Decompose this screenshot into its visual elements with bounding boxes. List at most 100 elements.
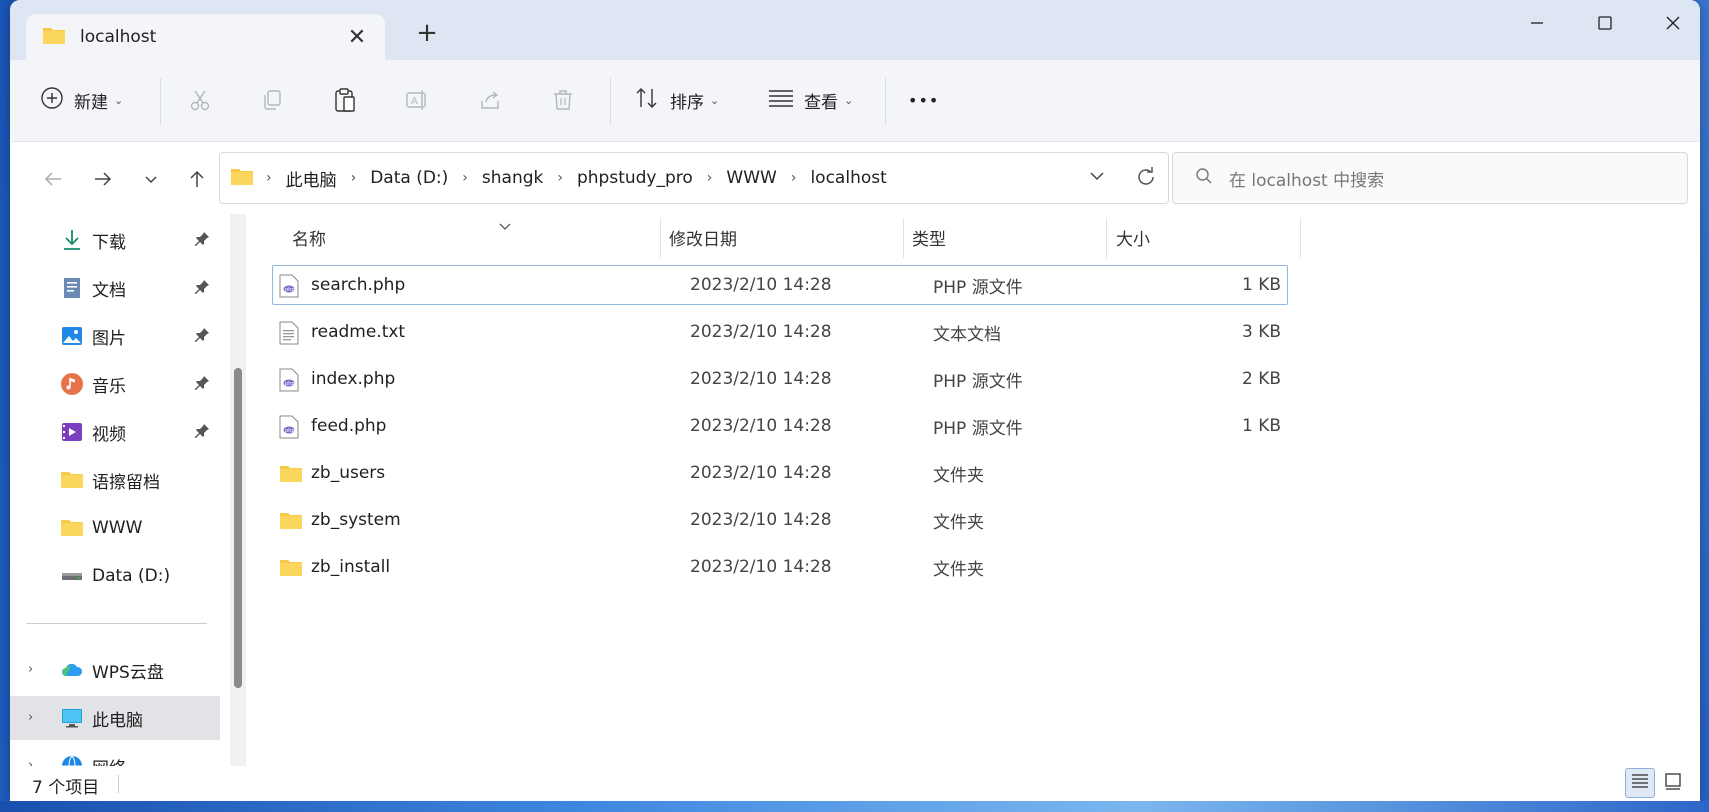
file-row[interactable]: zb_install 2023/2/10 14:28 文件夹: [272, 547, 1288, 587]
breadcrumb-www[interactable]: WWW: [726, 168, 776, 188]
column-header-size[interactable]: 大小: [1116, 214, 1226, 260]
chevron-right-icon[interactable]: ›: [28, 662, 33, 677]
file-type: 文件夹: [933, 559, 984, 580]
cloud-icon: [60, 658, 84, 682]
breadcrumb-localhost[interactable]: localhost: [810, 168, 886, 188]
recent-locations-button[interactable]: [134, 164, 168, 198]
video-icon: [60, 420, 84, 444]
status-divider: [118, 775, 119, 793]
column-divider[interactable]: [903, 218, 904, 258]
file-row[interactable]: zb_system 2023/2/10 14:28 文件夹: [272, 500, 1288, 540]
php-file-icon: php: [279, 415, 301, 439]
tab-title: localhost: [80, 27, 157, 47]
close-window-button[interactable]: [1651, 8, 1695, 38]
column-divider[interactable]: [660, 218, 661, 258]
breadcrumb-data-drive[interactable]: Data (D:): [370, 168, 448, 188]
file-row[interactable]: php search.php 2023/2/10 14:28 PHP 源文件 1…: [272, 265, 1288, 305]
pin-icon[interactable]: [194, 423, 210, 444]
search-placeholder: 在 localhost 中搜索: [1229, 170, 1385, 191]
maximize-button[interactable]: [1583, 8, 1627, 38]
svg-text:php: php: [285, 287, 295, 293]
sidebar-item-this-pc[interactable]: › 此电脑: [10, 696, 220, 740]
pin-icon[interactable]: [194, 279, 210, 300]
breadcrumb-shangk[interactable]: shangk: [482, 168, 543, 188]
breadcrumb-phpstudy-pro[interactable]: phpstudy_pro: [577, 168, 693, 188]
pin-icon[interactable]: [194, 231, 210, 252]
tab-localhost[interactable]: localhost ✕: [26, 14, 385, 60]
forward-button[interactable]: [86, 164, 120, 198]
sort-button[interactable]: 排序 ⌄: [634, 78, 719, 122]
close-tab-icon[interactable]: ✕: [345, 25, 369, 50]
breadcrumb-chevron-icon: ›: [462, 170, 468, 186]
folder-icon: [42, 25, 66, 50]
scrollbar-thumb[interactable]: [234, 368, 242, 688]
file-type: PHP 源文件: [933, 418, 1023, 439]
file-row[interactable]: php feed.php 2023/2/10 14:28 PHP 源文件 1 K…: [272, 406, 1288, 446]
file-type: 文本文档: [933, 324, 1001, 345]
drive-icon: [60, 564, 84, 588]
new-tab-button[interactable]: +: [412, 18, 442, 48]
sidebar-item-label: 语擦留档: [92, 472, 160, 493]
column-header-modified[interactable]: 修改日期: [669, 214, 889, 260]
column-divider[interactable]: [1106, 218, 1107, 258]
sidebar-item-www[interactable]: WWW: [10, 506, 220, 550]
folder-icon: [60, 468, 84, 492]
column-header-name[interactable]: 名称: [292, 214, 652, 260]
minimize-button[interactable]: [1515, 8, 1559, 38]
pin-icon[interactable]: [194, 375, 210, 396]
sidebar-scrollbar[interactable]: [230, 214, 246, 766]
breadcrumb-this-pc[interactable]: 此电脑: [286, 166, 337, 191]
delete-button[interactable]: [543, 82, 583, 122]
sidebar-item-documents[interactable]: 文档: [10, 266, 220, 310]
file-type: PHP 源文件: [933, 371, 1023, 392]
file-row[interactable]: zb_users 2023/2/10 14:28 文件夹: [272, 453, 1288, 493]
scissors-icon: [188, 88, 212, 117]
command-bar: 新建 ⌄ A 排序 ⌄ 查看 ⌄ •••: [10, 60, 1700, 142]
folder-icon: [279, 462, 302, 486]
address-bar[interactable]: › 此电脑 › Data (D:) › shangk › phpstudy_pr…: [219, 152, 1169, 204]
sidebar-item-label: 视频: [92, 424, 126, 445]
paste-button[interactable]: [325, 82, 365, 122]
back-button[interactable]: [36, 164, 70, 198]
copy-button[interactable]: [252, 82, 292, 122]
sidebar-item-data-drive[interactable]: Data (D:): [10, 554, 220, 598]
new-button[interactable]: 新建 ⌄: [40, 78, 123, 122]
file-row[interactable]: readme.txt 2023/2/10 14:28 文本文档 3 KB: [272, 312, 1288, 352]
cut-button[interactable]: [180, 82, 220, 122]
pin-icon[interactable]: [194, 327, 210, 348]
breadcrumb-chevron-icon: ›: [790, 170, 797, 186]
sidebar-item-wps-cloud[interactable]: › WPS云盘: [10, 648, 220, 692]
sidebar-item-pictures[interactable]: 图片: [10, 314, 220, 358]
sidebar-item-network[interactable]: › 网络: [10, 744, 220, 766]
status-bar: 7 个项目: [10, 766, 1700, 801]
refresh-icon[interactable]: [1134, 165, 1158, 194]
view-list-icon: [768, 88, 794, 113]
column-header-type[interactable]: 类型: [912, 214, 1102, 260]
text-file-icon: [279, 321, 301, 345]
file-name: zb_system: [311, 510, 401, 530]
chevron-right-icon[interactable]: ›: [28, 758, 33, 766]
file-list: 名称 修改日期 类型 大小 php search.php 2023/2/10 1…: [252, 214, 1700, 766]
file-size: 1 KB: [1241, 275, 1281, 295]
more-options-button[interactable]: •••: [908, 78, 939, 122]
share-button[interactable]: [470, 82, 510, 122]
search-input[interactable]: 在 localhost 中搜索: [1172, 152, 1688, 204]
view-button[interactable]: 查看 ⌄: [768, 78, 853, 122]
large-icons-view-button[interactable]: [1658, 768, 1688, 798]
address-history-dropdown[interactable]: [1088, 167, 1106, 190]
file-row[interactable]: php index.php 2023/2/10 14:28 PHP 源文件 2 …: [272, 359, 1288, 399]
up-button[interactable]: [180, 164, 214, 198]
sidebar-item-videos[interactable]: 视频: [10, 410, 220, 454]
search-icon: [1195, 167, 1213, 190]
column-divider[interactable]: [1300, 218, 1301, 258]
sidebar-item-downloads[interactable]: 下载: [10, 218, 220, 262]
chevron-right-icon[interactable]: ›: [28, 710, 33, 725]
details-view-button[interactable]: [1625, 768, 1655, 798]
details-view-icon: [1631, 773, 1649, 794]
file-modified: 2023/2/10 14:28: [690, 557, 832, 577]
file-name: index.php: [311, 369, 396, 389]
rename-button[interactable]: A: [397, 82, 437, 122]
sidebar-item-folder[interactable]: 语擦留档: [10, 458, 220, 502]
download-icon: [60, 228, 84, 252]
sidebar-item-music[interactable]: 音乐: [10, 362, 220, 406]
